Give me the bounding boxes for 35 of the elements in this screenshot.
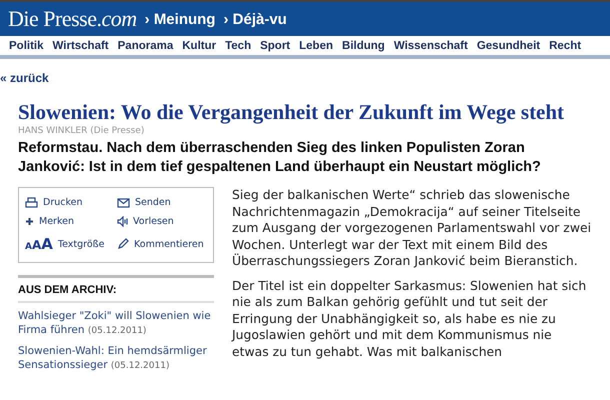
- tool-link[interactable]: Drucken: [25, 197, 117, 208]
- speaker-icon: [117, 216, 128, 227]
- archive-link[interactable]: Slowenien-Wahl: Ein hemdsärmliger Sensationssieger (05.12.2011): [18, 344, 214, 373]
- tool-link[interactable]: Vorlesen: [117, 216, 209, 227]
- nav-link[interactable]: Politik: [9, 40, 44, 52]
- archive-link[interactable]: Wahlsieger "Zoki" will Slowenien wie Firma führen (05.12.2011): [18, 309, 214, 338]
- nav-link[interactable]: Wirtschaft: [52, 40, 109, 52]
- nav-link[interactable]: Tech: [225, 40, 252, 52]
- envelope-icon: [117, 198, 130, 208]
- site-logo[interactable]: Die Presse.com: [8, 6, 137, 32]
- byline: HANS WINKLER (Die Presse): [18, 126, 146, 136]
- tool-link[interactable]: Kommentieren: [117, 235, 209, 253]
- nav-link[interactable]: Leben: [299, 40, 334, 52]
- article-paragraph: Der Titel ist ein doppelter Sarkasmus: Slowenien hat sich nie als zum Balkan gehörig gefühlt und tut seit der Erringung der Unabhängigkeit so, als habe es nie zu Jugoslawien gehört und mit dem Kommunismus nie etwas zu tun gehabt. Was mit balkanischen: [232, 278, 588, 360]
- nav-link[interactable]: Wissenschaft: [394, 40, 468, 52]
- nav-link[interactable]: Recht: [549, 40, 582, 52]
- tool-link[interactable]: Senden: [117, 197, 209, 208]
- nav-link[interactable]: Bildung: [342, 40, 385, 52]
- article-lede: Reformstau. Nach dem überraschenden Sieg des linken Populisten Zoran Janković: Ist in dem tief gespaltenen Land überhaupt ein Neustart möglich?: [18, 139, 542, 177]
- tool-link[interactable]: AAA Textgröße: [25, 235, 117, 253]
- tool-link[interactable]: Merken: [25, 216, 117, 227]
- text-size-icon: AAA: [25, 235, 53, 253]
- pencil-icon: [117, 238, 129, 250]
- nav-link[interactable]: Kultur: [182, 40, 216, 52]
- plus-icon: [25, 217, 34, 226]
- nav-link[interactable]: Gesundheit: [476, 40, 540, 52]
- breadcrumb-link[interactable]: › Déjà-vu: [223, 10, 287, 28]
- back-link[interactable]: « zurück: [0, 71, 49, 85]
- printer-icon: [25, 197, 38, 208]
- breadcrumb-link[interactable]: › Meinung: [144, 10, 216, 28]
- article-paragraph: Sieg der balkanischen Werte“ schrieb das slowenische Nachrichtenmagazin „Demokracija“ auf seiner Titelseite zum Ausgang der vorgezogenen Parlamentswahl vor zwei Wochen. Unterlegt war der Text mit einem Bild des Überraschungssiegers Zoran Janković beim Bieranstich.: [232, 187, 592, 270]
- article-title: Slowenien: Wo die Vergangenheit der Zukunft im Wege steht: [18, 101, 566, 124]
- archive-heading: AUS DEM ARCHIV:: [18, 278, 214, 303]
- nav-link[interactable]: Panorama: [118, 40, 174, 52]
- nav-link[interactable]: Sport: [260, 40, 290, 52]
